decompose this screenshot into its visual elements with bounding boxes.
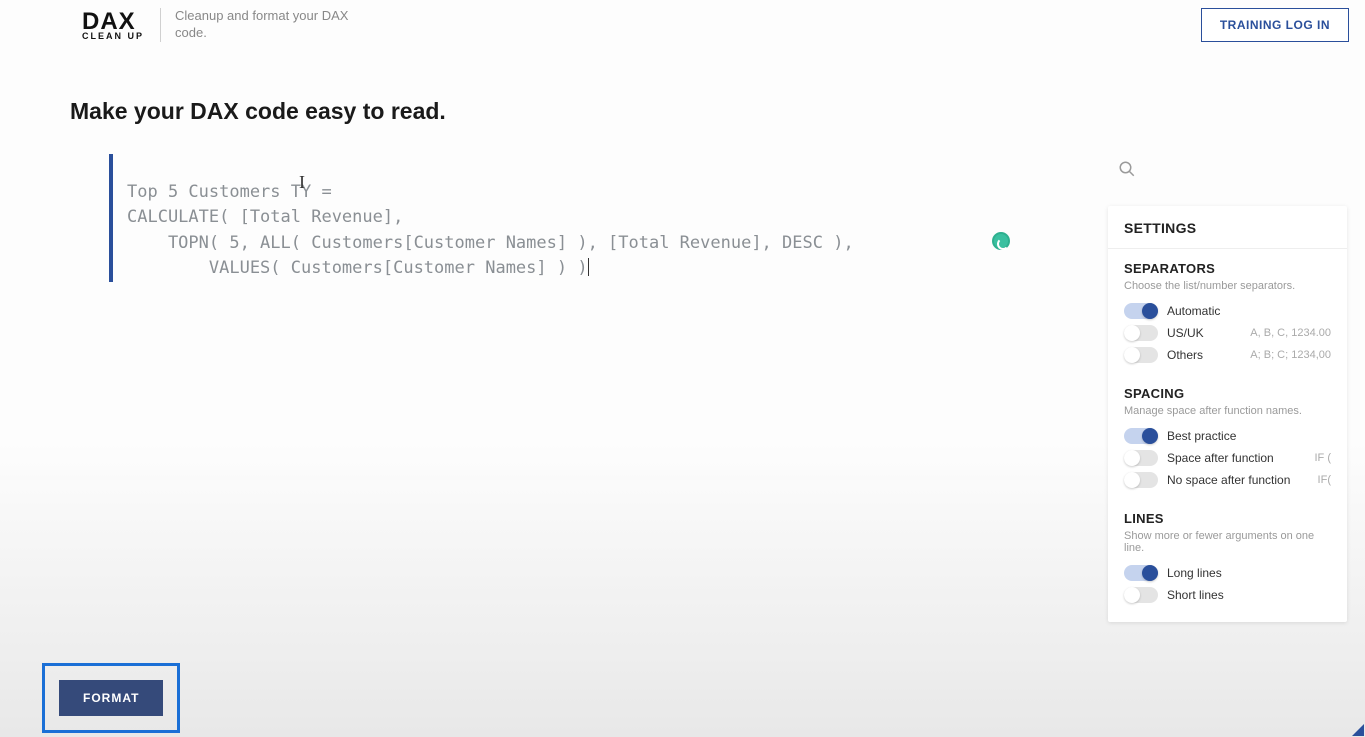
toggle-separators-others[interactable] [1124,347,1158,363]
label-others: Others [1167,348,1203,362]
header: DAX CLEAN UP Cleanup and format your DAX… [0,0,1365,50]
toggle-spacing-best[interactable] [1124,428,1158,444]
hint-others: A; B; C; 1234,00 [1250,349,1331,361]
training-login-button[interactable]: TRAINING LOG IN [1201,8,1349,42]
hint-space-after: IF ( [1315,452,1332,464]
code-line-2: CALCULATE( [Total Revenue], [127,207,403,227]
spacing-desc: Manage space after function names. [1124,405,1331,417]
tagline: Cleanup and format your DAX code. [175,8,375,42]
label-short: Short lines [1167,588,1224,602]
label-automatic: Automatic [1167,304,1220,318]
spacing-title: SPACING [1124,386,1331,401]
text-cursor-icon: I [299,172,305,193]
spacing-section: SPACING Manage space after function name… [1108,374,1347,499]
code-editor[interactable]: Top 5 Customers TY = CALCULATE( [Total R… [109,154,1019,282]
toggle-spacing-no-space[interactable] [1124,472,1158,488]
format-button-highlight: FORMAT [42,663,180,733]
separators-section: SEPARATORS Choose the list/number separa… [1108,249,1347,374]
settings-panel: SETTINGS SEPARATORS Choose the list/numb… [1108,206,1347,622]
search-icon[interactable] [1118,160,1138,180]
lines-desc: Show more or fewer arguments on one line… [1124,530,1331,554]
label-no-space: No space after function [1167,473,1290,487]
hint-no-space: IF( [1318,474,1331,486]
toggle-spacing-space-after[interactable] [1124,450,1158,466]
settings-title: SETTINGS [1108,206,1347,249]
separators-title: SEPARATORS [1124,261,1331,276]
logo-sub: CLEAN UP [82,32,146,41]
logo-main: DAX [82,10,146,34]
toggle-separators-automatic[interactable] [1124,303,1158,319]
label-space-after: Space after function [1167,451,1274,465]
toggle-lines-long[interactable] [1124,565,1158,581]
format-button[interactable]: FORMAT [59,680,163,716]
status-spinner-icon [992,232,1010,250]
resize-handle-icon[interactable] [1352,724,1364,736]
label-best: Best practice [1167,429,1236,443]
code-line-4: VALUES( Customers[Customer Names] ) ) [127,258,588,278]
toggle-separators-usuk[interactable] [1124,325,1158,341]
logo-divider [160,8,161,42]
lines-title: LINES [1124,511,1331,526]
editor-caret [588,258,589,276]
page-title: Make your DAX code easy to read. [70,98,1365,125]
code-line-3: TOPN( 5, ALL( Customers[Customer Names] … [127,233,854,253]
separators-desc: Choose the list/number separators. [1124,280,1331,292]
label-usuk: US/UK [1167,326,1204,340]
lines-section: LINES Show more or fewer arguments on on… [1108,499,1347,622]
label-long: Long lines [1167,566,1222,580]
logo: DAX CLEAN UP [16,10,146,41]
hint-usuk: A, B, C, 1234.00 [1250,327,1331,339]
toggle-lines-short[interactable] [1124,587,1158,603]
